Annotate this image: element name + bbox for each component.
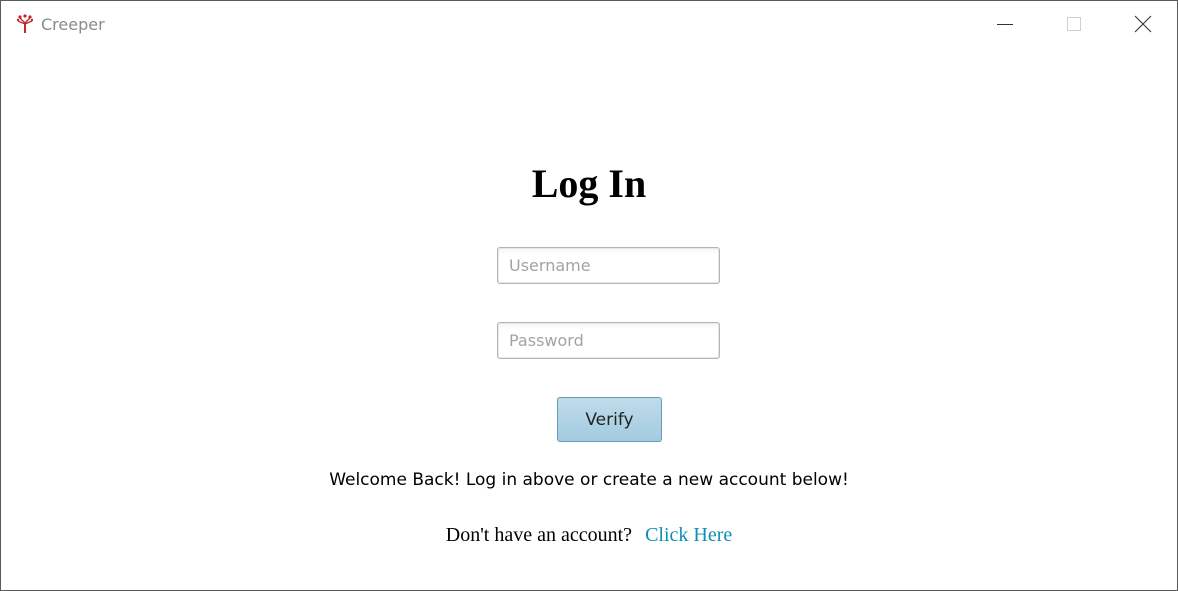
signup-row: Don't have an account? Click Here xyxy=(1,523,1177,547)
signup-prompt: Don't have an account? xyxy=(445,524,633,546)
password-input[interactable] xyxy=(497,322,720,359)
close-icon xyxy=(1134,15,1152,33)
close-button[interactable] xyxy=(1109,1,1177,47)
minimize-button[interactable] xyxy=(971,1,1039,47)
username-input[interactable] xyxy=(497,247,720,284)
maximize-button[interactable] xyxy=(1040,1,1108,47)
creeper-logo-icon xyxy=(16,14,34,33)
maximize-icon xyxy=(1067,17,1081,31)
signup-link[interactable]: Click Here xyxy=(645,524,732,546)
page-title: Log In xyxy=(531,161,647,206)
welcome-message: Welcome Back! Log in above or create a n… xyxy=(329,470,849,490)
window-title: Creeper xyxy=(41,15,105,34)
minimize-icon xyxy=(997,24,1013,25)
verify-button[interactable]: Verify xyxy=(557,397,662,442)
app-window: Creeper Log In Verify Welcome Back! Log … xyxy=(0,0,1178,591)
title-bar[interactable]: Creeper xyxy=(1,1,1177,47)
